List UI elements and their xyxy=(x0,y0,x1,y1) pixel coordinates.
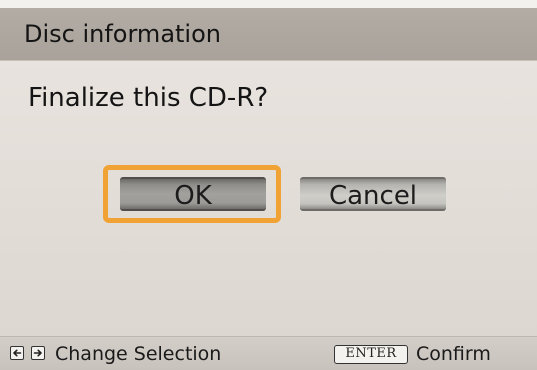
cancel-button[interactable]: Cancel xyxy=(300,177,446,211)
dialog-screen: Disc information Finalize this CD-R? OK … xyxy=(0,0,537,370)
ok-button[interactable]: OK xyxy=(120,177,266,211)
footer-hint-bar: Change Selection ENTER Confirm xyxy=(0,336,537,370)
change-selection-hint: Change Selection xyxy=(55,343,222,365)
confirm-hint: Confirm xyxy=(416,343,491,365)
title-bar: Disc information xyxy=(0,8,537,61)
enter-key-icon: ENTER xyxy=(334,345,408,364)
right-arrow-key-icon xyxy=(31,346,45,360)
top-margin xyxy=(0,0,537,8)
dialog-title: Disc information xyxy=(24,20,221,48)
left-arrow-key-icon xyxy=(10,346,24,360)
dialog-question: Finalize this CD-R? xyxy=(28,83,269,113)
